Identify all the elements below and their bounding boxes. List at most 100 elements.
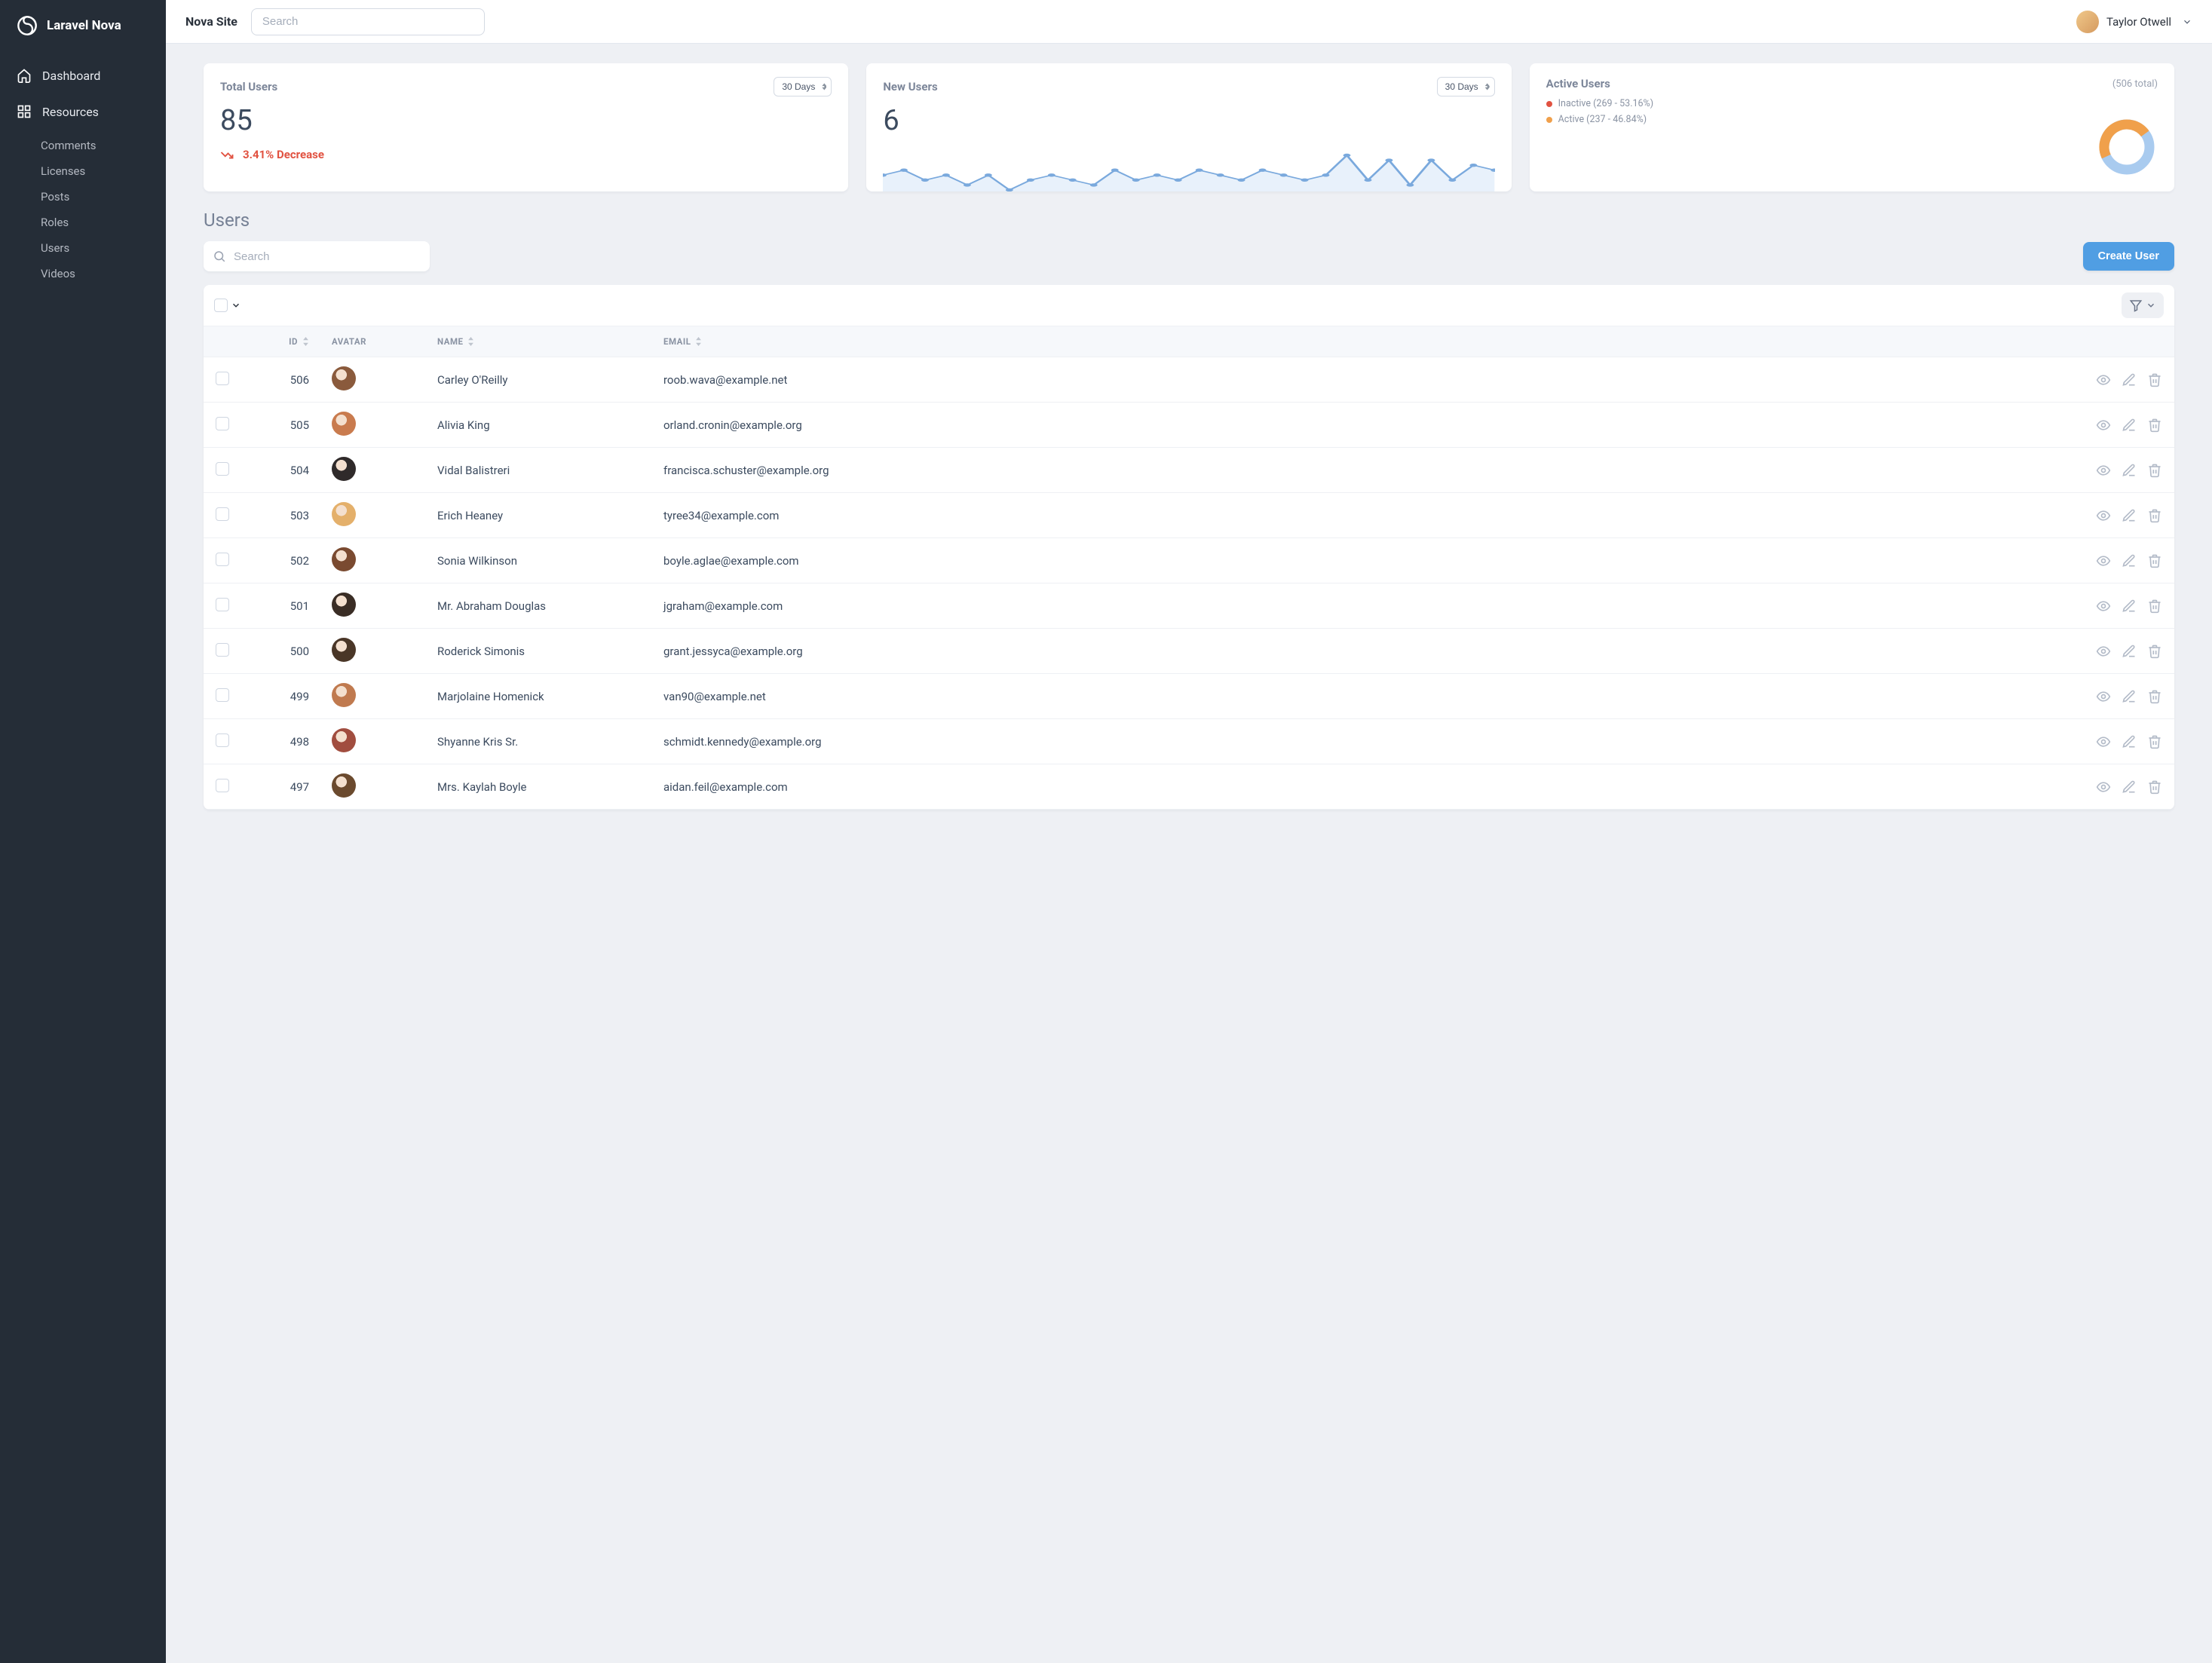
section-title: Users: [204, 210, 2174, 231]
row-checkbox[interactable]: [216, 598, 229, 611]
sidebar-item-users[interactable]: Users: [41, 235, 166, 261]
edit-icon[interactable]: [2122, 644, 2137, 659]
donut-chart: [2096, 116, 2158, 178]
metric-trend-text: 3.41% Decrease: [243, 148, 324, 161]
row-checkbox[interactable]: [216, 688, 229, 702]
table-row: 499 Marjolaine Homenick van90@example.ne…: [204, 674, 2174, 719]
avatar: [332, 593, 356, 617]
sidebar-item-comments[interactable]: Comments: [41, 133, 166, 158]
avatar: [332, 773, 356, 798]
sidebar-item-label: Resources: [42, 105, 99, 119]
sidebar-item-dashboard[interactable]: Dashboard: [0, 57, 166, 93]
delete-icon[interactable]: [2147, 463, 2162, 478]
edit-icon[interactable]: [2122, 734, 2137, 749]
sidebar-item-roles[interactable]: Roles: [41, 210, 166, 235]
row-checkbox[interactable]: [216, 417, 229, 430]
row-email: grant.jessyca@example.org: [663, 645, 2069, 658]
chevron-down-icon: [2182, 17, 2192, 27]
view-icon[interactable]: [2096, 779, 2111, 795]
row-id: 499: [249, 690, 332, 703]
user-name: Taylor Otwell: [2106, 15, 2171, 29]
legend-dot-active: [1546, 117, 1552, 123]
home-icon: [17, 68, 32, 83]
user-menu[interactable]: Taylor Otwell: [2076, 11, 2192, 33]
table-row: 497 Mrs. Kaylah Boyle aidan.feil@example…: [204, 764, 2174, 810]
table-row: 498 Shyanne Kris Sr. schmidt.kennedy@exa…: [204, 719, 2174, 764]
column-avatar: Avatar: [332, 336, 437, 347]
view-icon[interactable]: [2096, 372, 2111, 387]
row-checkbox[interactable]: [216, 553, 229, 566]
list-search-input[interactable]: [204, 241, 430, 271]
edit-icon[interactable]: [2122, 779, 2137, 795]
row-email: tyree34@example.com: [663, 509, 2069, 522]
row-checkbox[interactable]: [216, 733, 229, 747]
row-id: 498: [249, 735, 332, 749]
row-checkbox[interactable]: [216, 462, 229, 476]
edit-icon[interactable]: [2122, 553, 2137, 568]
row-name: Marjolaine Homenick: [437, 690, 663, 703]
view-icon[interactable]: [2096, 508, 2111, 523]
row-email: orland.cronin@example.org: [663, 418, 2069, 432]
sort-icon: [302, 337, 309, 346]
avatar: [332, 683, 356, 707]
row-checkbox[interactable]: [216, 507, 229, 521]
edit-icon[interactable]: [2122, 418, 2137, 433]
row-checkbox[interactable]: [216, 779, 229, 792]
avatar: [332, 457, 356, 481]
sidebar-item-posts[interactable]: Posts: [41, 184, 166, 210]
row-email: schmidt.kennedy@example.org: [663, 735, 2069, 749]
sidebar-item-resources[interactable]: Resources: [0, 93, 166, 130]
row-name: Mrs. Kaylah Boyle: [437, 780, 663, 794]
view-icon[interactable]: [2096, 418, 2111, 433]
row-id: 505: [249, 418, 332, 432]
view-icon[interactable]: [2096, 734, 2111, 749]
row-id: 502: [249, 554, 332, 568]
row-checkbox[interactable]: [216, 372, 229, 385]
edit-icon[interactable]: [2122, 689, 2137, 704]
create-user-button[interactable]: Create User: [2083, 242, 2174, 271]
row-id: 503: [249, 509, 332, 522]
row-checkbox[interactable]: [216, 643, 229, 657]
user-avatar: [2076, 11, 2099, 33]
view-icon[interactable]: [2096, 689, 2111, 704]
table-row: 504 Vidal Balistreri francisca.schuster@…: [204, 448, 2174, 493]
view-icon[interactable]: [2096, 599, 2111, 614]
view-icon[interactable]: [2096, 553, 2111, 568]
edit-icon[interactable]: [2122, 372, 2137, 387]
row-name: Carley O'Reilly: [437, 373, 663, 387]
delete-icon[interactable]: [2147, 418, 2162, 433]
chevron-down-icon[interactable]: [231, 300, 241, 311]
view-icon[interactable]: [2096, 644, 2111, 659]
sidebar-nav: Dashboard Resources CommentsLicensesPost…: [0, 51, 166, 292]
view-icon[interactable]: [2096, 463, 2111, 478]
table-row: 503 Erich Heaney tyree34@example.com: [204, 493, 2174, 538]
edit-icon[interactable]: [2122, 463, 2137, 478]
row-email: roob.wava@example.net: [663, 373, 2069, 387]
delete-icon[interactable]: [2147, 508, 2162, 523]
column-email[interactable]: Email: [663, 336, 2069, 347]
edit-icon[interactable]: [2122, 599, 2137, 614]
filter-button[interactable]: [2122, 292, 2164, 318]
global-search-input[interactable]: [251, 8, 485, 35]
delete-icon[interactable]: [2147, 734, 2162, 749]
edit-icon[interactable]: [2122, 508, 2137, 523]
delete-icon[interactable]: [2147, 372, 2162, 387]
metric-range-select[interactable]: 30 Days: [774, 77, 832, 96]
delete-icon[interactable]: [2147, 644, 2162, 659]
metric-value: 6: [883, 104, 1494, 137]
sort-icon: [467, 337, 474, 346]
sidebar-item-licenses[interactable]: Licenses: [41, 158, 166, 184]
sidebar-item-videos[interactable]: Videos: [41, 261, 166, 286]
legend-label: Active (237 - 46.84%): [1558, 114, 1647, 125]
metric-active-users: Active Users (506 total) Inactive (269 -…: [1530, 63, 2174, 191]
metric-range-select[interactable]: 30 Days: [1437, 77, 1495, 96]
delete-icon[interactable]: [2147, 779, 2162, 795]
select-all-checkbox[interactable]: [214, 299, 228, 312]
delete-icon[interactable]: [2147, 689, 2162, 704]
column-name[interactable]: Name: [437, 336, 663, 347]
brand-name: Laravel Nova: [47, 18, 121, 33]
delete-icon[interactable]: [2147, 553, 2162, 568]
column-id[interactable]: ID: [249, 336, 332, 347]
delete-icon[interactable]: [2147, 599, 2162, 614]
brand[interactable]: Laravel Nova: [0, 0, 166, 51]
